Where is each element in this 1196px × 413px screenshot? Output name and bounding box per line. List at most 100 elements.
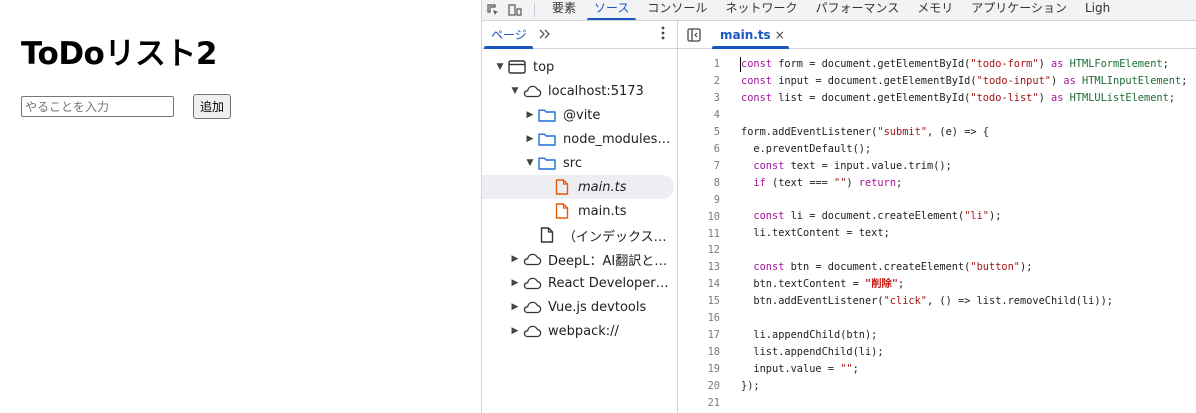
main-tab[interactable]: パフォーマンス bbox=[806, 0, 908, 20]
tree-item[interactable]: ▼ localhost:5173 bbox=[482, 79, 677, 103]
collapsed-arrow-icon[interactable]: ▶ bbox=[509, 254, 521, 264]
code-token: const bbox=[741, 74, 772, 87]
toolbar-separator bbox=[534, 3, 535, 17]
inspect-element-icon[interactable] bbox=[482, 0, 504, 20]
code-token: ) bbox=[1038, 58, 1051, 70]
line-number: 5 bbox=[713, 125, 720, 138]
tree-item-label: main.ts bbox=[578, 179, 627, 195]
code-token: li = document.createElement( bbox=[784, 210, 965, 223]
cloud-icon bbox=[521, 275, 543, 291]
code-token: ) bbox=[846, 176, 859, 189]
editor-tab-main-ts[interactable]: main.ts × bbox=[710, 21, 789, 49]
main-tab[interactable]: ネットワーク bbox=[716, 0, 806, 20]
code-token: const bbox=[741, 91, 772, 104]
collapsed-arrow-icon[interactable]: ▶ bbox=[524, 134, 536, 144]
collapsed-arrow-icon[interactable]: ▶ bbox=[509, 326, 521, 336]
line-number: 6 bbox=[713, 142, 720, 155]
tree-item[interactable]: ▶ node_modules… bbox=[482, 127, 677, 151]
file-tree: ▼ top ▼ localhost:5173 ▶ @vite ▶ node_modules… ▼… bbox=[482, 49, 677, 343]
tree-item[interactable]: main.ts bbox=[482, 175, 674, 199]
toggle-navigator-icon[interactable] bbox=[678, 21, 710, 49]
main-tab[interactable]: コンソール bbox=[638, 0, 716, 20]
code-token: const bbox=[741, 58, 772, 70]
line-number: 19 bbox=[707, 363, 720, 376]
code-token: text = input.value.trim(); bbox=[784, 159, 952, 172]
expanded-arrow-icon[interactable]: ▼ bbox=[524, 158, 536, 168]
line-number-gutter: 1 2 3 4 5 6 7 8 9 10 11 12 13 14 15 16 17 18 19 20 21 bbox=[678, 56, 730, 412]
code-token: list = document.getElementById( bbox=[772, 91, 971, 104]
line-number: 17 bbox=[707, 329, 720, 342]
close-icon[interactable]: × bbox=[775, 28, 785, 42]
line-number: 3 bbox=[713, 91, 720, 104]
code-token: li.appendChild(btn); bbox=[741, 329, 878, 341]
frame-icon bbox=[506, 59, 528, 75]
tree-item[interactable]: ▶ DeepL：AI翻訳と… bbox=[482, 247, 677, 271]
tree-item-label: DeepL：AI翻訳と… bbox=[548, 253, 668, 269]
code-line: const btn = document.createElement("butt… bbox=[741, 259, 1196, 276]
line-number: 21 bbox=[707, 397, 720, 410]
code-token: btn.addEventListener( bbox=[741, 295, 884, 308]
expanded-arrow-icon[interactable]: ▼ bbox=[509, 86, 521, 96]
tree-item[interactable]: ▶ React Developer… bbox=[482, 271, 677, 295]
code-token: e.preventDefault(); bbox=[741, 142, 872, 155]
line-number: 4 bbox=[713, 108, 720, 121]
add-button[interactable]: 追加 bbox=[193, 94, 232, 119]
devtools-main-tabbar: 要素 ソース コンソール ネットワーク パフォーマンス メモリ アプリケーション Ligh bbox=[482, 0, 1196, 21]
tree-item[interactable]: ▶ Vue.js devtools bbox=[482, 295, 677, 319]
code-token: "click" bbox=[883, 295, 927, 308]
tree-item[interactable]: ▶ webpack:// bbox=[482, 319, 677, 343]
code-token: , (e) => { bbox=[927, 125, 989, 138]
tree-item[interactable]: main.ts bbox=[482, 199, 677, 223]
device-toolbar-icon[interactable] bbox=[504, 0, 526, 20]
tab-page[interactable]: ページ bbox=[482, 21, 533, 49]
code-token: li.textContent = text; bbox=[741, 227, 890, 240]
code-token: as bbox=[1063, 74, 1076, 87]
tree-item[interactable]: ▶ @vite bbox=[482, 103, 677, 127]
tree-item[interactable]: ▼ src bbox=[482, 151, 677, 175]
devtools-panel: 要素 ソース コンソール ネットワーク パフォーマンス メモリ アプリケーション Ligh ペ… bbox=[481, 0, 1196, 413]
cloud-icon bbox=[521, 251, 543, 267]
code-token: HTMLUListElement bbox=[1069, 91, 1169, 104]
document-icon bbox=[536, 227, 558, 243]
tree-item-label: webpack:// bbox=[548, 323, 619, 339]
tree-item[interactable]: ▼ top bbox=[482, 55, 677, 79]
tree-item-label: top bbox=[533, 59, 555, 75]
expanded-arrow-icon[interactable]: ▼ bbox=[494, 62, 506, 72]
main-tab[interactable]: ソース bbox=[585, 0, 638, 20]
line-number: 7 bbox=[713, 159, 720, 172]
line-number: 9 bbox=[713, 193, 720, 206]
code-token: form.addEventListener( bbox=[741, 125, 878, 138]
cloud-icon bbox=[521, 323, 543, 339]
code-token: form = document.getElementById( bbox=[772, 58, 971, 70]
app-page: ToDoリスト2 追加 bbox=[0, 0, 481, 413]
code-line: btn.textContent = "削除"; bbox=[741, 276, 1196, 293]
main-tab[interactable]: メモリ bbox=[908, 0, 962, 20]
collapsed-arrow-icon[interactable]: ▶ bbox=[524, 110, 536, 120]
code-line: btn.addEventListener("click", () => list… bbox=[741, 293, 1196, 310]
main-tab[interactable]: 要素 bbox=[543, 0, 585, 20]
todo-form: 追加 bbox=[21, 94, 232, 119]
chevron-double-right-icon[interactable] bbox=[539, 27, 551, 43]
collapsed-arrow-icon[interactable]: ▶ bbox=[509, 278, 521, 288]
main-tab[interactable]: アプリケーション bbox=[962, 0, 1076, 20]
code-token: (text === bbox=[765, 176, 835, 189]
code-line: }); bbox=[741, 378, 1196, 395]
code-token: ; bbox=[1162, 58, 1169, 70]
ts-file-icon bbox=[551, 179, 573, 195]
todo-input[interactable] bbox=[21, 96, 174, 117]
cloud-icon bbox=[521, 299, 543, 315]
more-options-icon[interactable] bbox=[661, 26, 665, 44]
tree-item[interactable]: （インデックス… bbox=[482, 223, 677, 247]
tree-item-label: main.ts bbox=[578, 203, 627, 219]
code-token: ) bbox=[1038, 91, 1051, 104]
code-line: input.value = ""; bbox=[741, 361, 1196, 378]
collapsed-arrow-icon[interactable]: ▶ bbox=[509, 302, 521, 312]
code-token: return bbox=[858, 176, 897, 189]
line-number: 1 bbox=[713, 58, 720, 70]
navigator-header: ページ bbox=[482, 21, 677, 49]
main-tab[interactable]: Ligh bbox=[1076, 0, 1119, 20]
code-token: "todo-form" bbox=[970, 58, 1039, 70]
